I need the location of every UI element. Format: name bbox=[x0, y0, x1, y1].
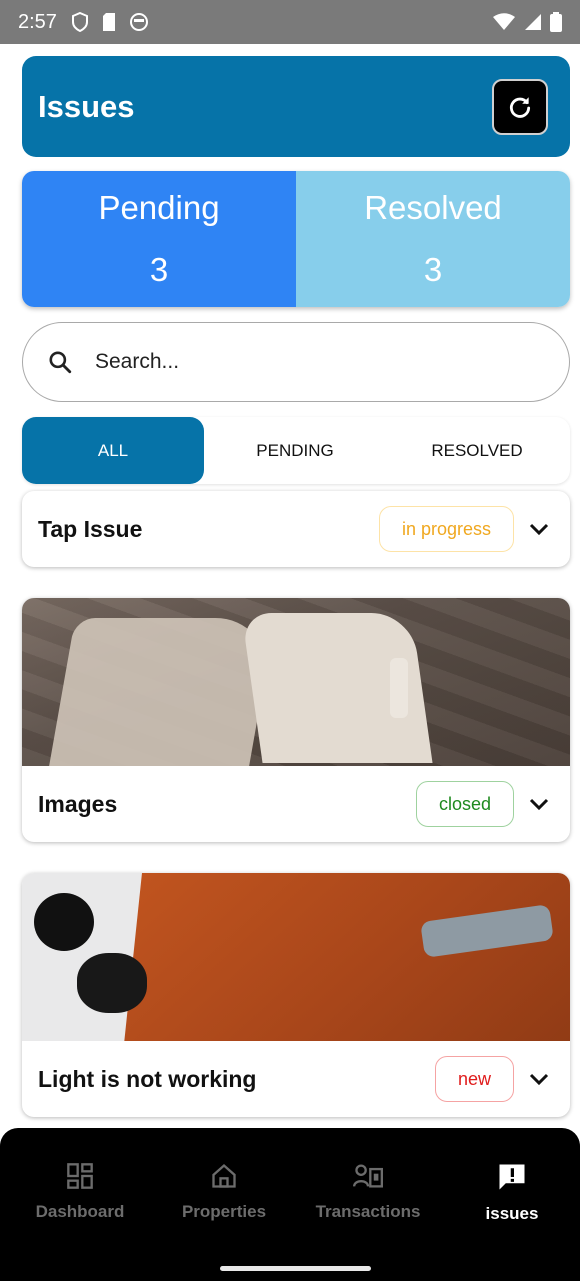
wifi-icon bbox=[493, 13, 515, 30]
home-indicator[interactable] bbox=[220, 1266, 371, 1271]
search-bar bbox=[22, 322, 570, 402]
refresh-button[interactable] bbox=[492, 78, 548, 135]
resolved-count: 3 bbox=[423, 251, 443, 288]
issue-title: Images bbox=[38, 790, 118, 817]
battery-icon bbox=[550, 12, 562, 32]
status-time: 2:57 bbox=[18, 10, 57, 33]
nav-label: issues bbox=[485, 1204, 539, 1223]
nav-properties[interactable]: Properties bbox=[159, 1162, 289, 1222]
issue-row[interactable]: Tap Issue in progress bbox=[22, 491, 570, 567]
status-badge: new bbox=[434, 1056, 514, 1102]
pending-stat[interactable]: Pending 3 bbox=[22, 171, 296, 307]
issue-image bbox=[22, 598, 570, 766]
pending-count: 3 bbox=[149, 251, 169, 288]
tab-pending[interactable]: PENDING bbox=[204, 417, 386, 484]
app-header: Issues bbox=[22, 56, 570, 157]
status-bar: 2:57 bbox=[0, 0, 580, 44]
nav-label: Transactions bbox=[315, 1202, 421, 1221]
issue-row[interactable]: Light is not working new bbox=[22, 1041, 570, 1117]
resolved-label: Resolved bbox=[364, 189, 502, 226]
expand-button[interactable] bbox=[526, 522, 552, 536]
chevron-down-icon bbox=[529, 523, 549, 536]
expand-button[interactable] bbox=[526, 797, 552, 811]
circle-app-icon bbox=[129, 13, 148, 31]
home-icon bbox=[212, 1163, 236, 1188]
issue-title: Tap Issue bbox=[38, 515, 143, 542]
page-title: Issues bbox=[38, 88, 135, 124]
resolved-stat[interactable]: Resolved 3 bbox=[296, 171, 570, 307]
issue-alert-icon bbox=[499, 1164, 525, 1190]
signal-icon bbox=[525, 14, 541, 30]
pending-label: Pending bbox=[98, 189, 220, 226]
status-badge: closed bbox=[415, 781, 514, 827]
issue-stats: Pending 3 Resolved 3 bbox=[22, 171, 570, 307]
tab-resolved[interactable]: RESOLVED bbox=[386, 417, 568, 484]
nav-dashboard[interactable]: Dashboard bbox=[15, 1162, 145, 1222]
issue-title: Light is not working bbox=[38, 1065, 257, 1092]
nav-issues[interactable]: issues bbox=[447, 1162, 577, 1224]
expand-button[interactable] bbox=[526, 1072, 552, 1086]
issue-card[interactable]: Images closed bbox=[22, 598, 570, 842]
issue-card[interactable]: Tap Issue in progress bbox=[22, 491, 570, 567]
issue-card[interactable]: Light is not working new bbox=[22, 873, 570, 1117]
chevron-down-icon bbox=[529, 1073, 549, 1086]
chevron-down-icon bbox=[529, 798, 549, 811]
sd-card-icon bbox=[102, 13, 115, 31]
transactions-icon bbox=[353, 1164, 383, 1188]
status-badge: in progress bbox=[378, 506, 514, 552]
search-icon bbox=[49, 351, 72, 374]
shield-icon bbox=[71, 12, 88, 32]
tab-all[interactable]: ALL bbox=[22, 417, 204, 484]
dashboard-icon bbox=[67, 1163, 93, 1189]
nav-label: Dashboard bbox=[35, 1202, 125, 1221]
refresh-icon bbox=[509, 96, 531, 118]
nav-label: Properties bbox=[181, 1202, 267, 1221]
bottom-nav: Dashboard Properties Transactions issues bbox=[0, 1128, 580, 1281]
nav-transactions[interactable]: Transactions bbox=[303, 1162, 433, 1222]
issue-row[interactable]: Images closed bbox=[22, 766, 570, 842]
issue-image bbox=[22, 873, 570, 1041]
search-input[interactable] bbox=[95, 350, 515, 374]
filter-tabs: ALL PENDING RESOLVED bbox=[22, 417, 570, 484]
